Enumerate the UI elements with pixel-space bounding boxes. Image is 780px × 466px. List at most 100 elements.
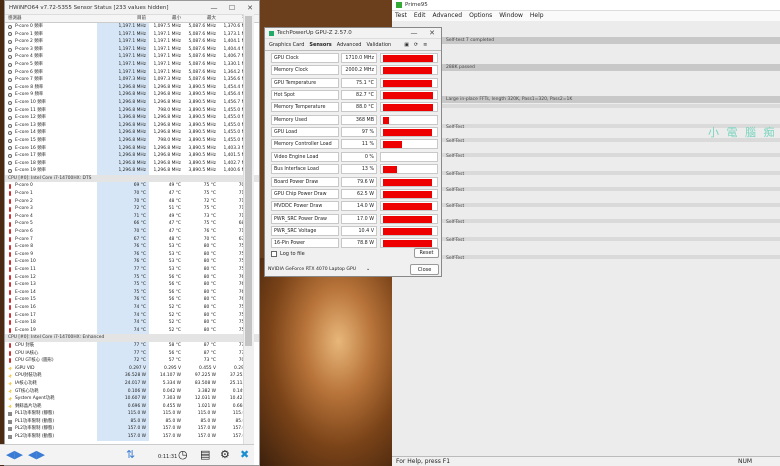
sensor-row[interactable]: P-core 0 頻率 1,197.1 MHz 1,097.5 MHz 5,087.6…: [5, 23, 259, 31]
nav-right-icon[interactable]: ◀▶: [28, 448, 45, 462]
gpuz-sensor-value[interactable]: 82.7 °C: [341, 90, 377, 101]
sensor-row[interactable]: E-core 1375 °C56 °C80 °C76 °C: [5, 281, 259, 289]
sensor-row[interactable]: P-core 566 °C47 °C75 °C68 °C: [5, 220, 259, 229]
tab-graphics-card[interactable]: Graphics Card: [269, 39, 304, 50]
gpuz-sensor-row[interactable]: Memory Controller Load 11 %: [271, 139, 439, 150]
gpuz-sensor-row[interactable]: 16-Pin Power 78.8 W: [271, 238, 439, 249]
worker-window-bar[interactable]: [440, 104, 780, 108]
col-header-current[interactable]: 目前: [97, 15, 149, 22]
sensor-row[interactable]: P-core 767 °C48 °C70 °C67 °C: [5, 235, 259, 244]
hwinfo-scrollbar-thumb[interactable]: [245, 16, 252, 346]
gpuz-sensor-value[interactable]: 13 %: [341, 164, 377, 175]
sensor-row[interactable]: P-core 170 °C47 °C75 °C71 °C: [5, 190, 259, 198]
gpuz-sensor-value[interactable]: 368 MB: [341, 114, 377, 125]
gpuz-sensor-value[interactable]: 2000.2 MHz: [341, 65, 377, 76]
log-checkbox[interactable]: [271, 251, 277, 257]
worker-window-bar[interactable]: [440, 203, 780, 207]
sensor-group-header[interactable]: CPU [#0]: Intel Core i7-14700HX: Enhance…: [5, 334, 259, 342]
gpuz-sensor-row[interactable]: MVDDC Power Draw 14.0 W: [271, 201, 439, 212]
sensor-row[interactable]: P-core 5 頻率 1,197.1 MHz 1,197.1 MHz 5,087.6…: [5, 60, 259, 69]
sensor-row[interactable]: E-core 19 頻率 1,296.8 MHz 1,296.8 MHz 3,890.…: [5, 167, 259, 175]
sensor-row[interactable]: P-core 1 頻率 1,197.1 MHz 1,197.1 MHz 5,087.6…: [5, 30, 259, 39]
gpuz-sensor-row[interactable]: Board Power Draw 79.6 W: [271, 176, 439, 187]
worker-window-bar[interactable]: [440, 255, 780, 259]
gpuz-sensor-value[interactable]: 1710.0 MHz: [341, 53, 377, 63]
menu-options[interactable]: Options: [469, 11, 492, 21]
close-icon[interactable]: ✕: [241, 4, 259, 12]
nav-left-icon[interactable]: ◀▶: [6, 448, 23, 462]
gpuz-sensor-row[interactable]: GPU Clock 1710.0 MHz: [271, 53, 439, 63]
gpuz-sensor-value[interactable]: 14.0 W: [341, 201, 377, 212]
gpuz-sensor-value[interactable]: 11 %: [341, 139, 377, 150]
sensor-row[interactable]: P-core 069 °C49 °C75 °C70 °C: [5, 182, 259, 191]
sensor-row[interactable]: E-core 15 頻率 1,296.8 MHz 798.0 MHz 3,890.5 …: [5, 136, 259, 145]
sensor-row[interactable]: E-core 1275 °C56 °C80 °C76 °C: [5, 273, 259, 282]
sensor-row[interactable]: E-core 9 頻率 1,296.8 MHz 1,296.8 MHz 3,890.5…: [5, 91, 259, 99]
gpuz-sensor-row[interactable]: Video Engine Load 0 %: [271, 151, 439, 162]
sensor-row[interactable]: IA核心功耗 24.017 W 5.334 W 83.508 W 25.113 W: [5, 379, 259, 388]
sensor-row[interactable]: E-core 1674 °C52 °C80 °C75 °C: [5, 303, 259, 312]
sensor-row[interactable]: PL2功率限制 (動態) 157.0 W 157.0 W 157.0 W 157.0 W: [5, 433, 259, 441]
worker-window-bar[interactable]: [440, 219, 780, 223]
menu-edit[interactable]: Edit: [414, 11, 426, 21]
gpuz-sensor-value[interactable]: 79.6 W: [341, 176, 377, 187]
sensor-row[interactable]: E-core 976 °C53 °C80 °C75 °C: [5, 250, 259, 259]
sensor-row[interactable]: System Agent功耗 10.607 W 7.303 W 12.031 W 10.…: [5, 395, 259, 403]
sensor-row[interactable]: E-core 16 頻率 1,296.8 MHz 1,296.8 MHz 3,890.…: [5, 144, 259, 153]
sensor-row[interactable]: E-core 18 頻率 1,296.8 MHz 1,296.8 MHz 3,890.…: [5, 159, 259, 168]
sensor-row[interactable]: P-core 372 °C51 °C75 °C71 °C: [5, 205, 259, 213]
sensor-row[interactable]: GT核心功耗 0.106 W 0.042 W 3.382 W 0.149 W: [5, 387, 259, 396]
network-icon[interactable]: ⇅: [126, 448, 135, 462]
sensor-row[interactable]: E-core 1874 °C52 °C80 °C75 °C: [5, 319, 259, 327]
clock-icon[interactable]: ◷: [178, 448, 188, 462]
sensor-row[interactable]: E-core 1576 °C56 °C80 °C76 °C: [5, 296, 259, 304]
menu-icon[interactable]: ≡: [423, 39, 427, 50]
maximize-icon[interactable]: ☐: [223, 4, 241, 12]
sensor-row[interactable]: E-core 10 頻率 1,296.8 MHz 1,296.8 MHz 3,890.…: [5, 98, 259, 107]
tab-validation[interactable]: Validation: [366, 39, 391, 50]
gpuz-sensor-row[interactable]: GPU Temperature 75.1 °C: [271, 77, 439, 88]
gpuz-sensor-row[interactable]: Bus Interface Load 13 %: [271, 164, 439, 175]
sensor-row[interactable]: CPU IA核心77 °C56 °C87 °C77 °C: [5, 349, 259, 358]
sensor-row[interactable]: E-core 1974 °C52 °C80 °C75 °C: [5, 326, 259, 335]
gpuz-sensor-row[interactable]: PWR_SRC Voltage 10.4 V: [271, 225, 439, 236]
sensor-row[interactable]: CPU GT核心 (圖形)72 °C57 °C73 °C70 °C: [5, 357, 259, 365]
worker-window-bar[interactable]: [440, 171, 780, 175]
col-header-max[interactable]: 最大: [184, 15, 219, 22]
gpuz-sensor-row[interactable]: Memory Used 368 MB: [271, 114, 439, 125]
sensor-row[interactable]: P-core 4 頻率 1,197.1 MHz 1,197.1 MHz 5,087.6…: [5, 53, 259, 61]
gpuz-sensor-value[interactable]: 0 %: [341, 151, 377, 162]
hwinfo-titlebar[interactable]: HWiNFO64 v7.72-5355 Sensor Status [233 v…: [5, 1, 259, 15]
worker-window-bar[interactable]: [440, 237, 780, 241]
camera-icon[interactable]: ▣: [404, 39, 409, 50]
prime95-titlebar[interactable]: Prime95: [392, 0, 780, 11]
sensor-row[interactable]: E-core 14 頻率 1,296.8 MHz 1,296.8 MHz 3,890.…: [5, 129, 259, 137]
tab-advanced[interactable]: Advanced: [337, 39, 362, 50]
sensor-row[interactable]: iGPU VID0.297 V0.295 V0.455 V0.297 V: [5, 364, 259, 373]
gpuz-titlebar[interactable]: TechPowerUp GPU-Z 2.57.0 — ✕: [265, 28, 441, 39]
minimize-icon[interactable]: —: [405, 29, 423, 37]
settings-icon[interactable]: ⚙: [220, 448, 230, 462]
sensor-row[interactable]: CPU 封裝77 °C58 °C87 °C77 °C: [5, 341, 259, 350]
sensor-row[interactable]: E-core 876 °C53 °C80 °C75 °C: [5, 243, 259, 251]
col-header-min[interactable]: 最小: [149, 15, 184, 22]
sensor-row[interactable]: P-core 2 頻率 1,197.1 MHz 1,197.1 MHz 5,087.6…: [5, 38, 259, 46]
gpuz-sensor-value[interactable]: 75.1 °C: [341, 77, 377, 88]
log-to-file[interactable]: Log to file: [271, 251, 305, 257]
gpuz-sensor-row[interactable]: PWR_SRC Power Draw 17.0 W: [271, 213, 439, 224]
gpuz-sensor-value[interactable]: 97 %: [341, 127, 377, 138]
menu-help[interactable]: Help: [530, 11, 544, 21]
sensor-row[interactable]: E-core 12 頻率 1,396.8 MHz 1,296.8 MHz 3,890.…: [5, 114, 259, 122]
gpuz-sensor-row[interactable]: GPU Chip Power Draw 62.5 W: [271, 188, 439, 199]
gpuz-sensor-value[interactable]: 88.0 °C: [341, 102, 377, 113]
sensor-row[interactable]: E-core 8 頻率 1,296.8 MHz 1,296.8 MHz 3,890.5…: [5, 83, 259, 92]
sensor-row[interactable]: P-core 270 °C48 °C72 °C71 °C: [5, 197, 259, 206]
sensor-row[interactable]: PL1功率限制 (動態)85.0 W85.0 W85.0 W85.0 W: [5, 417, 259, 426]
sensor-row[interactable]: E-core 1774 °C52 °C80 °C75 °C: [5, 311, 259, 320]
close-button[interactable]: Close: [410, 264, 439, 275]
worker-window-bar[interactable]: [440, 187, 780, 191]
gpuz-sensor-row[interactable]: Memory Clock 2000.2 MHz: [271, 65, 439, 76]
gpuz-sensor-value[interactable]: 78.8 W: [341, 238, 377, 249]
gpuz-sensor-value[interactable]: 17.0 W: [341, 213, 377, 224]
menu-advanced[interactable]: Advanced: [432, 11, 462, 21]
